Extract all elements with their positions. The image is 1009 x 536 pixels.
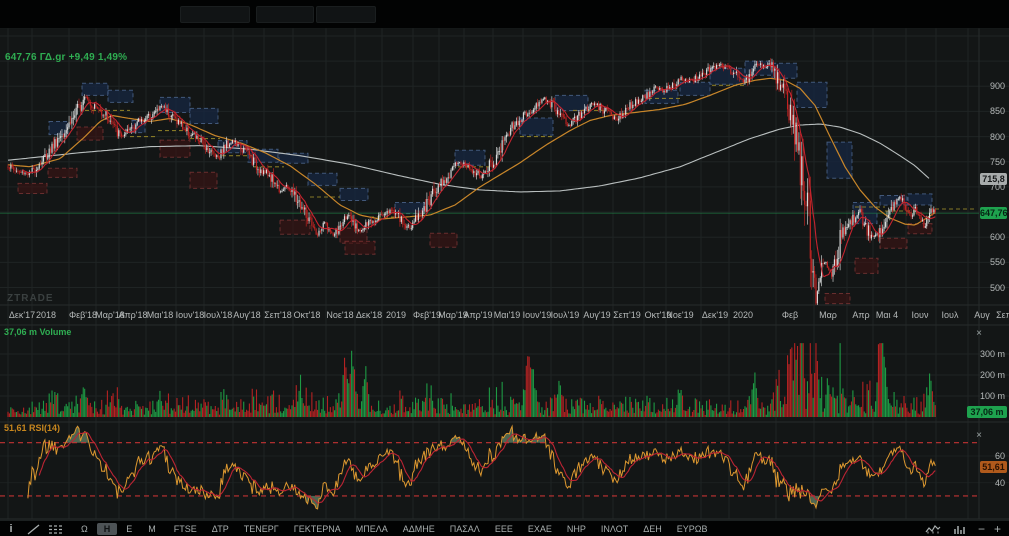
last-price-badge: 647,76 bbox=[980, 207, 1008, 219]
timeframe-button-Ω[interactable]: Ω bbox=[74, 523, 95, 535]
price-axis-tick-label: 500 bbox=[989, 283, 1005, 293]
rsi-value-badge: 51,61 bbox=[980, 461, 1007, 473]
bottom-toolbar: i ΩΗΕΜ FTSE ΔΤΡ ΤΕΝΕΡΓ ΓΕΚΤΕΡΝΑ ΜΠΕΛΑ ΑΔΜΗΕ ΠΑ… bbox=[0, 520, 1009, 536]
volume-value-badge: 37,06 m bbox=[967, 406, 1007, 418]
rsi-close-icon[interactable]: × bbox=[972, 430, 986, 442]
zoom-in-icon[interactable]: + bbox=[994, 523, 1001, 535]
symbol-button-FTSE[interactable]: FTSE bbox=[167, 523, 204, 535]
symbol-button-ΜΠΕΛΑ[interactable]: ΜΠΕΛΑ bbox=[349, 523, 395, 535]
line-chart-icon[interactable] bbox=[924, 522, 942, 536]
indicators-icon[interactable] bbox=[44, 522, 66, 536]
watermark: ZTRADE bbox=[7, 293, 54, 304]
charting-app: 647,76 ΓΔ.gr +9,49 1,49% ZTRADE 37,06 m … bbox=[0, 0, 1009, 536]
ma200-value-badge: 715,8 bbox=[980, 173, 1007, 185]
volume-axis-tick-label: 300 m bbox=[979, 349, 1005, 359]
quote-summary: 647,76 ΓΔ.gr +9,49 1,49% bbox=[5, 52, 128, 63]
info-icon[interactable]: i bbox=[0, 522, 22, 536]
chart-canvas[interactable] bbox=[0, 0, 1009, 536]
x-axis-tick-label: Σεπ bbox=[996, 310, 1009, 320]
volume-axis-tick-label: 200 m bbox=[979, 370, 1005, 380]
trendline-icon[interactable] bbox=[22, 522, 44, 536]
volume-axis-tick-label: 100 m bbox=[979, 391, 1005, 401]
price-axis-tick-label: 600 bbox=[989, 232, 1005, 242]
price-axis-tick-label: 850 bbox=[989, 106, 1005, 116]
price-axis-tick-label: 550 bbox=[989, 257, 1005, 267]
symbol-button-ΙΝΛΟΤ[interactable]: ΙΝΛΟΤ bbox=[594, 523, 635, 535]
symbol-button-ΝΗΡ[interactable]: ΝΗΡ bbox=[560, 523, 593, 535]
symbol-button-ΑΔΜΗΕ[interactable]: ΑΔΜΗΕ bbox=[396, 523, 442, 535]
rsi-axis-tick-label: 40 bbox=[994, 478, 1005, 488]
top-bar-box[interactable] bbox=[256, 6, 314, 23]
symbol-button-ΤΕΝΕΡΓ[interactable]: ΤΕΝΕΡΓ bbox=[237, 523, 286, 535]
top-bar-box[interactable] bbox=[180, 6, 250, 23]
symbol-button-ΠΑΣΑΛ[interactable]: ΠΑΣΑΛ bbox=[443, 523, 487, 535]
timeframe-button-Ε[interactable]: Ε bbox=[119, 523, 139, 535]
top-bar-box[interactable] bbox=[316, 6, 376, 23]
symbol-button-ΓΕΚΤΕΡΝΑ[interactable]: ΓΕΚΤΕΡΝΑ bbox=[287, 523, 348, 535]
price-axis-tick-label: 900 bbox=[989, 81, 1005, 91]
symbol-button-ΕΥΡΩΒ[interactable]: ΕΥΡΩΒ bbox=[670, 523, 715, 535]
timeframe-group: ΩΗΕΜ bbox=[74, 523, 163, 535]
symbol-button-ΔΤΡ[interactable]: ΔΤΡ bbox=[205, 523, 236, 535]
timeframe-button-Η[interactable]: Η bbox=[96, 523, 118, 535]
rsi-axis-tick-label: 60 bbox=[994, 451, 1005, 461]
symbol-shortcuts: FTSE ΔΤΡ ΤΕΝΕΡΓ ΓΕΚΤΕΡΝΑ ΜΠΕΛΑ ΑΔΜΗΕ ΠΑΣΑΛ ΕΕΕ Ε… bbox=[167, 523, 715, 535]
price-axis-tick-label: 750 bbox=[989, 157, 1005, 167]
bar-chart-icon[interactable] bbox=[951, 522, 969, 536]
volume-pane-label: 37,06 m Volume bbox=[4, 327, 72, 337]
price-axis-tick-label: 800 bbox=[989, 132, 1005, 142]
zoom-out-icon[interactable]: − bbox=[978, 523, 985, 535]
x-axis-tick-label: 2020 bbox=[732, 310, 754, 320]
timeframe-button-Μ[interactable]: Μ bbox=[141, 523, 163, 535]
chart-controls: − + bbox=[924, 522, 1001, 536]
symbol-button-ΕΧΑΕ[interactable]: ΕΧΑΕ bbox=[521, 523, 559, 535]
symbol-button-ΔΕΗ[interactable]: ΔΕΗ bbox=[636, 523, 669, 535]
top-bar bbox=[0, 0, 1009, 28]
symbol-button-ΕΕΕ[interactable]: ΕΕΕ bbox=[488, 523, 520, 535]
rsi-pane-label: 51,61 RSI(14) bbox=[4, 423, 61, 433]
volume-close-icon[interactable]: × bbox=[972, 328, 986, 340]
